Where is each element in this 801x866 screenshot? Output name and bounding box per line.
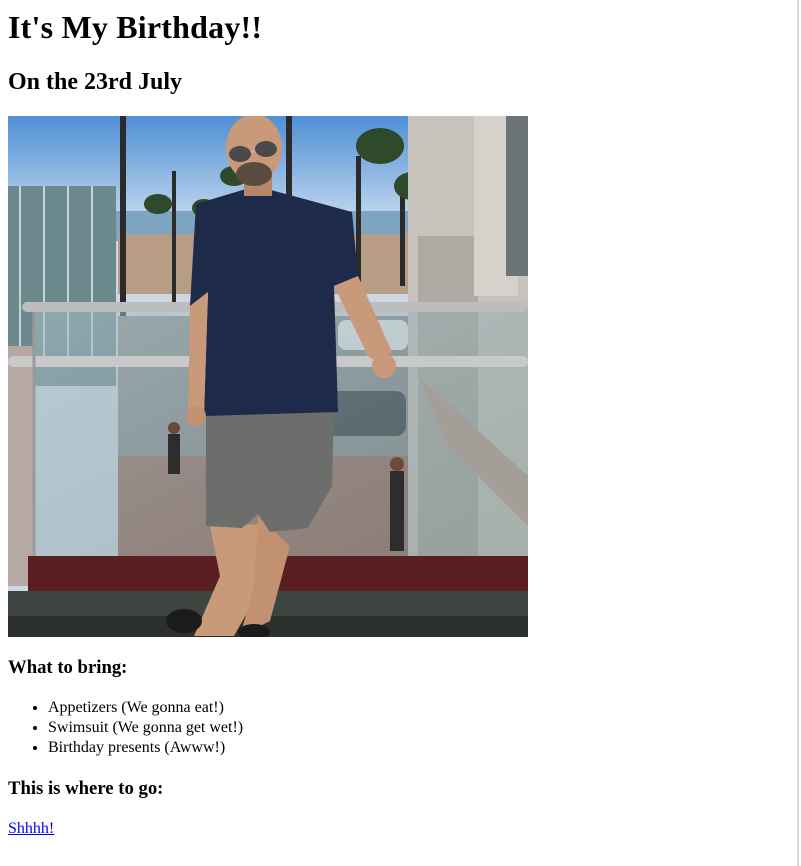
birthday-page: It's My Birthday!! On the 23rd July What…: [0, 0, 799, 866]
bring-list: Appetizers (We gonna eat!) Swimsuit (We …: [8, 698, 243, 758]
date-subtitle: On the 23rd July: [8, 69, 183, 95]
page-title: It's My Birthday!!: [8, 9, 263, 45]
location-link[interactable]: Shhhh!: [8, 819, 54, 839]
list-item: Appetizers (We gonna eat!): [48, 698, 243, 718]
where-to-go-heading: This is where to go:: [8, 778, 164, 799]
list-item: Birthday presents (Awww!): [48, 738, 243, 758]
what-to-bring-heading: What to bring:: [8, 657, 128, 678]
list-item: Swimsuit (We gonna get wet!): [48, 718, 243, 738]
birthday-photo: [8, 116, 528, 637]
